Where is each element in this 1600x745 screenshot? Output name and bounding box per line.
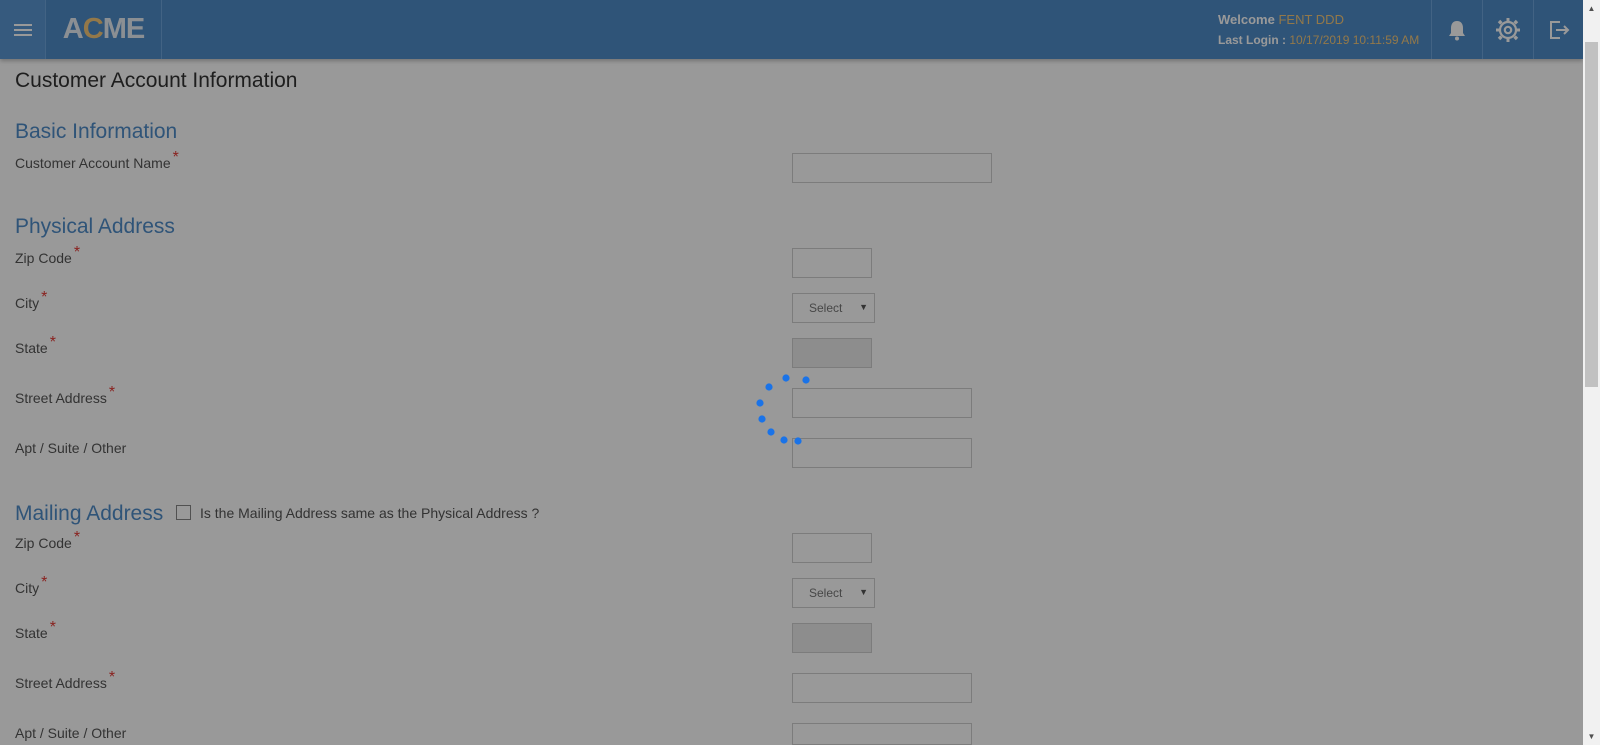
spinner-dot [782, 374, 790, 382]
spinner-dot [802, 376, 810, 384]
loading-spinner [756, 374, 810, 445]
spinner-dot [756, 399, 764, 407]
spinner-dot [758, 415, 766, 423]
scroll-down-arrow-icon[interactable]: ▼ [1583, 728, 1600, 745]
spinner-dot [780, 436, 788, 444]
scrollbar-thumb[interactable] [1585, 42, 1598, 387]
spinner-dot [765, 383, 773, 391]
scroll-up-arrow-icon[interactable]: ▲ [1583, 0, 1600, 17]
spinner-dot [767, 428, 775, 436]
vertical-scrollbar[interactable]: ▲ ▼ [1583, 0, 1600, 745]
spinner-dot [794, 437, 802, 445]
